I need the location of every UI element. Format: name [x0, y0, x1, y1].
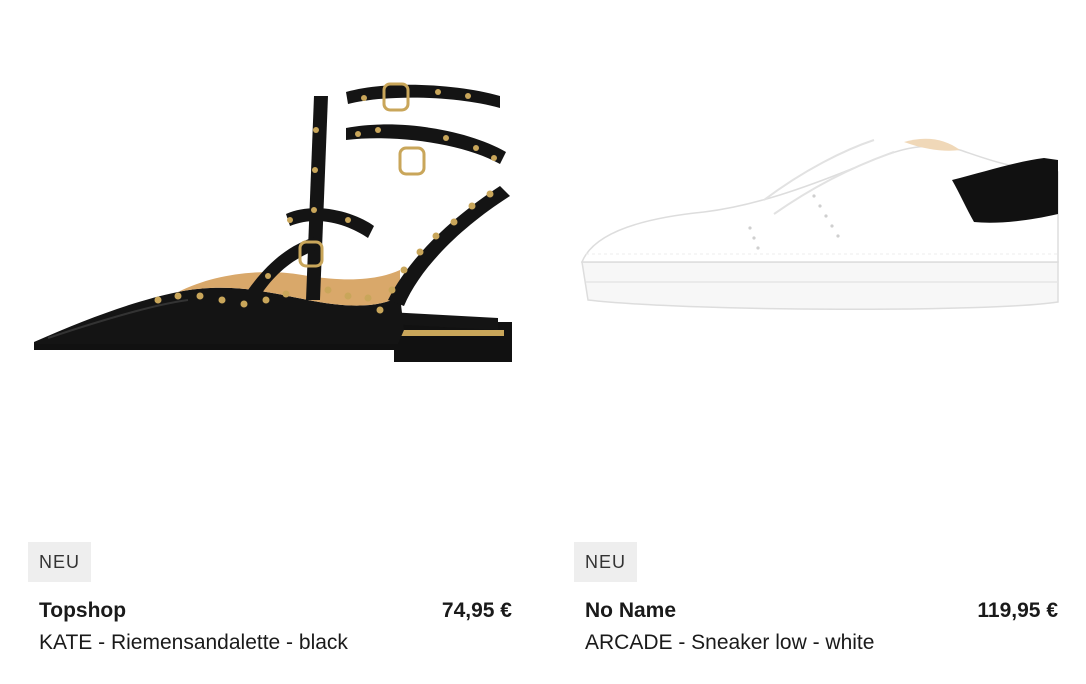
product-card[interactable]: NEU No Name 119,95 € ARCADE - Sneaker lo…	[574, 0, 1070, 684]
product-title[interactable]: ARCADE - Sneaker low - white	[585, 631, 874, 655]
white-sneaker-image	[580, 138, 1059, 311]
product-card[interactable]: NEU Topshop 74,95 € KATE - Riemensandale…	[28, 0, 524, 684]
new-badge: NEU	[574, 542, 638, 582]
new-badge: NEU	[28, 542, 92, 582]
product-brand[interactable]: Topshop	[39, 599, 126, 623]
product-title[interactable]: KATE - Riemensandalette - black	[39, 631, 348, 655]
product-brand[interactable]: No Name	[585, 599, 676, 623]
strappy-sandal-image	[34, 82, 512, 362]
product-price: 119,95 €	[977, 599, 1058, 622]
product-image[interactable]	[28, 0, 524, 530]
product-price: 74,95 €	[441, 599, 512, 622]
product-image[interactable]	[574, 0, 1070, 530]
